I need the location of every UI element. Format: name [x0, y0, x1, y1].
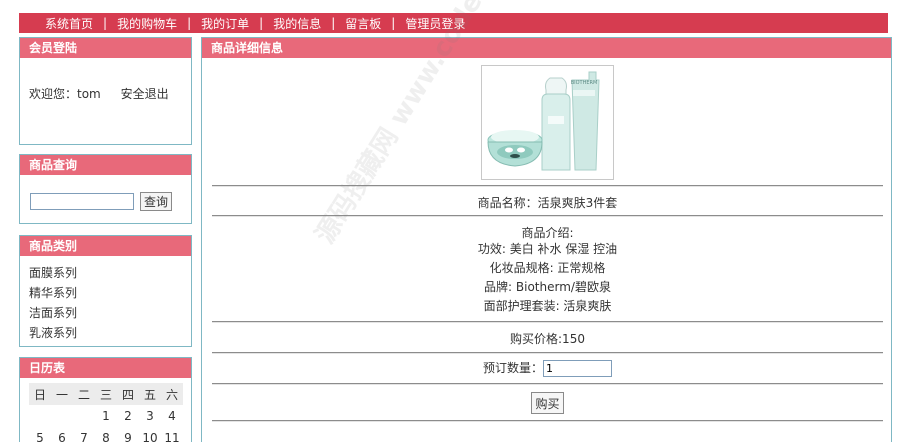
product-price: 购买价格:150 [510, 332, 585, 346]
nav-admin-login[interactable]: 管理员登录 [405, 15, 465, 32]
calendar-day[interactable]: 11 [161, 427, 183, 442]
nav-separator: | [259, 16, 264, 30]
calendar-day[interactable]: 5 [29, 427, 51, 442]
divider [212, 185, 883, 187]
category-link-lotion[interactable]: 乳液系列 [29, 323, 191, 343]
member-login-title: 会员登陆 [20, 38, 191, 58]
weekday-tue: 二 [73, 383, 95, 405]
category-link-mask[interactable]: 面膜系列 [29, 263, 191, 283]
nav-home[interactable]: 系统首页 [45, 15, 93, 32]
product-intro-line: 面部护理套装: 活泉爽肤 [483, 299, 612, 313]
nav-separator: | [391, 16, 396, 30]
calendar-day[interactable]: 8 [95, 427, 117, 442]
nav-separator: | [103, 16, 108, 30]
top-nav-bar: 系统首页 | 我的购物车 | 我的订单 | 我的信息 | 留言板 | 管理员登录 [19, 13, 888, 33]
product-image: BIOTHERM [481, 65, 614, 180]
calendar-day[interactable]: 2 [117, 405, 139, 427]
product-brand-text: BIOTHERM [571, 80, 598, 86]
weekday-fri: 五 [139, 383, 161, 405]
calendar-day[interactable]: 9 [117, 427, 139, 442]
calendar-day[interactable]: 10 [139, 427, 161, 442]
product-detail-panel: 商品详细信息 BIOTHERM 商品名称：活泉爽肤3件套 商品介绍: 功效: 美… [201, 37, 892, 442]
product-intro-line: 品牌: Biotherm/碧欧泉 [484, 280, 611, 294]
product-categories-title: 商品类别 [20, 236, 191, 256]
calendar-table: 日 一 二 三 四 五 六 1 2 3 4 5 6 7 8 9 10 11 [29, 383, 183, 442]
calendar-day[interactable]: 4 [161, 405, 183, 427]
product-intro-line: 功效: 美白 补水 保湿 控油 [477, 242, 618, 256]
nav-cart[interactable]: 我的购物车 [117, 15, 177, 32]
divider [212, 420, 883, 422]
nav-separator: | [187, 16, 192, 30]
quantity-row: 预订数量： [212, 359, 883, 378]
product-search-title: 商品查询 [20, 155, 191, 175]
calendar-day[interactable]: 7 [73, 427, 95, 442]
divider [212, 383, 883, 385]
divider [212, 321, 883, 323]
calendar-day[interactable]: 3 [139, 405, 161, 427]
nav-separator: | [331, 16, 336, 30]
member-login-panel: 会员登陆 欢迎您：tom 安全退出 [19, 37, 192, 145]
search-button[interactable]: 查询 [140, 192, 173, 211]
weekday-mon: 一 [51, 383, 73, 405]
product-intro-line: 化妆品规格: 正常规格 [489, 261, 606, 275]
calendar-day[interactable]: 6 [51, 427, 73, 442]
calendar-panel: 日历表 日 一 二 三 四 五 六 1 2 3 4 5 6 7 8 9 10 1… [19, 357, 192, 442]
nav-orders[interactable]: 我的订单 [201, 15, 249, 32]
category-link-essence[interactable]: 精华系列 [29, 283, 191, 303]
calendar-day [29, 405, 51, 427]
product-photo-icon: BIOTHERM [482, 66, 613, 179]
calendar-day [73, 405, 95, 427]
search-input[interactable] [30, 193, 134, 210]
weekday-sun: 日 [29, 383, 51, 405]
divider [212, 352, 883, 354]
category-link-cleanser[interactable]: 洁面系列 [29, 303, 191, 323]
calendar-title: 日历表 [20, 358, 191, 378]
buy-button[interactable]: 购买 [531, 392, 564, 414]
logout-link[interactable]: 安全退出 [121, 87, 169, 101]
weekday-sat: 六 [161, 383, 183, 405]
quantity-input[interactable] [543, 360, 612, 377]
calendar-day [51, 405, 73, 427]
weekday-wed: 三 [95, 383, 117, 405]
welcome-text: 欢迎您：tom [29, 87, 101, 101]
weekday-thu: 四 [117, 383, 139, 405]
calendar-day[interactable]: 1 [95, 405, 117, 427]
divider [212, 215, 883, 217]
nav-message-board[interactable]: 留言板 [345, 15, 381, 32]
product-categories-panel: 商品类别 面膜系列 精华系列 洁面系列 乳液系列 [19, 235, 192, 347]
product-detail-title: 商品详细信息 [202, 38, 891, 58]
buy-row: 购买 [212, 392, 883, 414]
quantity-label: 预订数量： [482, 361, 543, 375]
product-name: 商品名称：活泉爽肤3件套 [477, 196, 618, 210]
product-search-panel: 商品查询 查询 [19, 154, 192, 224]
nav-my-info[interactable]: 我的信息 [273, 15, 321, 32]
